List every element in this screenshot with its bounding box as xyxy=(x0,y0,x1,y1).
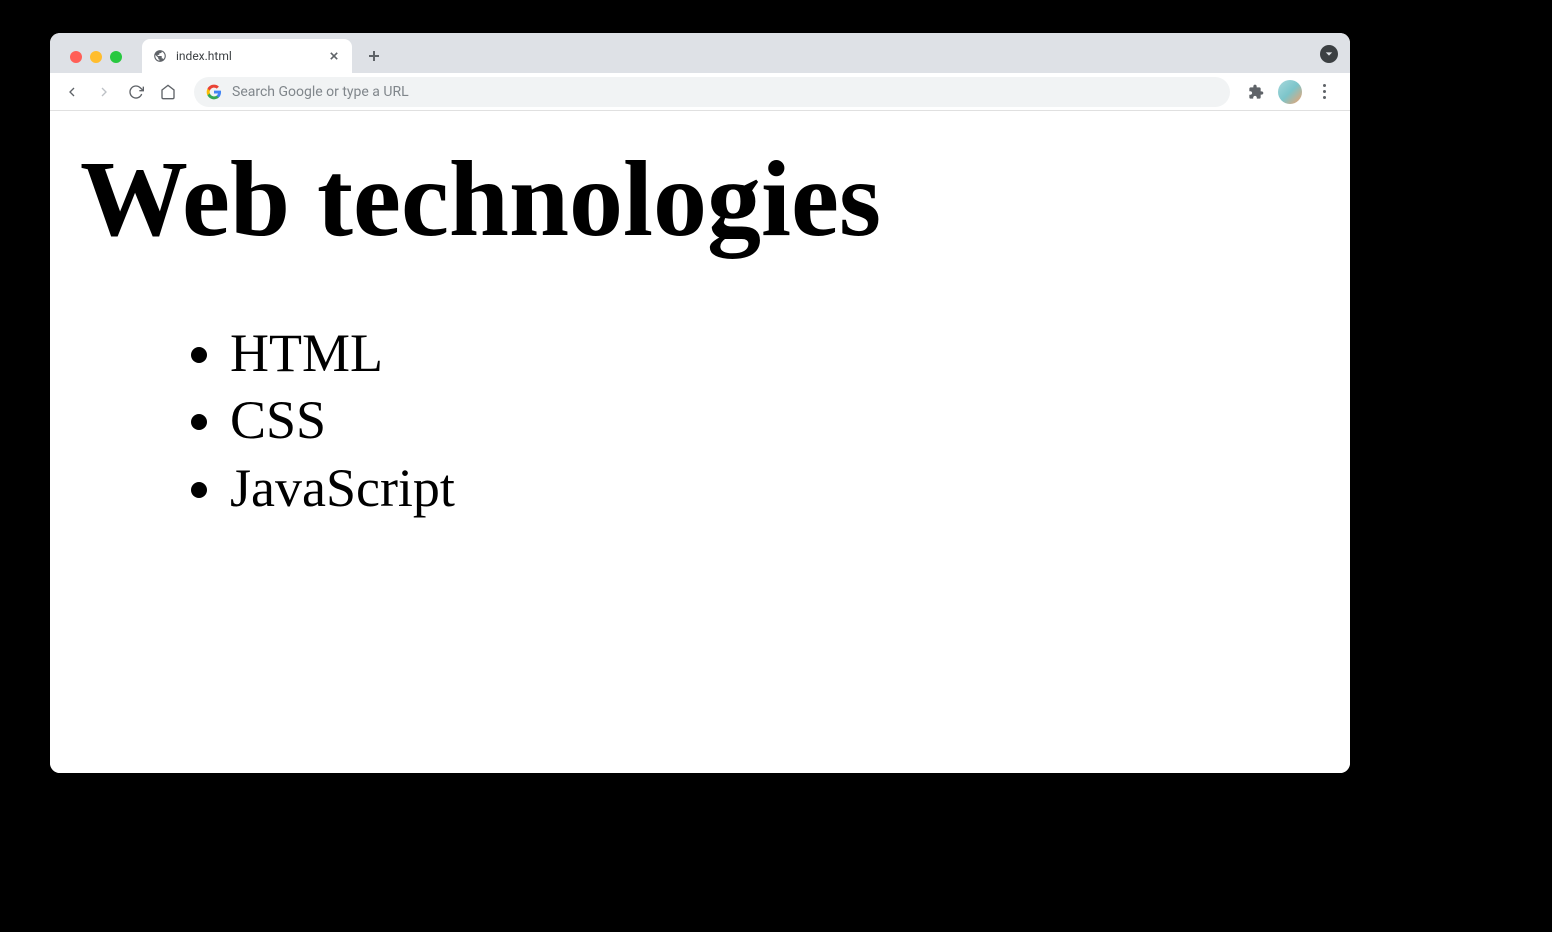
tab-overflow-button[interactable] xyxy=(1320,45,1338,63)
forward-button[interactable] xyxy=(90,78,118,106)
toolbar-right xyxy=(1242,78,1342,106)
new-tab-button[interactable] xyxy=(360,42,388,70)
list-item: HTML xyxy=(230,320,1320,388)
address-bar[interactable]: Search Google or type a URL xyxy=(194,77,1230,107)
window-maximize-button[interactable] xyxy=(110,51,122,63)
browser-window: index.html xyxy=(50,33,1350,773)
browser-toolbar: Search Google or type a URL xyxy=(50,73,1350,111)
browser-menu-button[interactable] xyxy=(1310,78,1338,106)
back-button[interactable] xyxy=(58,78,86,106)
window-controls xyxy=(62,51,130,73)
window-close-button[interactable] xyxy=(70,51,82,63)
extensions-button[interactable] xyxy=(1242,78,1270,106)
technology-list: HTML CSS JavaScript xyxy=(80,320,1320,523)
page-heading: Web technologies xyxy=(80,141,1320,260)
window-minimize-button[interactable] xyxy=(90,51,102,63)
tab-title: index.html xyxy=(176,49,326,63)
address-bar-placeholder: Search Google or type a URL xyxy=(232,84,1218,100)
tab-close-button[interactable] xyxy=(326,48,342,64)
browser-tab[interactable]: index.html xyxy=(142,39,352,73)
tab-bar: index.html xyxy=(50,33,1350,73)
home-button[interactable] xyxy=(154,78,182,106)
google-icon xyxy=(206,84,222,100)
reload-button[interactable] xyxy=(122,78,150,106)
list-item: CSS xyxy=(230,387,1320,455)
globe-icon xyxy=(152,48,168,64)
profile-avatar[interactable] xyxy=(1278,80,1302,104)
list-item: JavaScript xyxy=(230,455,1320,523)
page-content: Web technologies HTML CSS JavaScript xyxy=(50,111,1350,773)
